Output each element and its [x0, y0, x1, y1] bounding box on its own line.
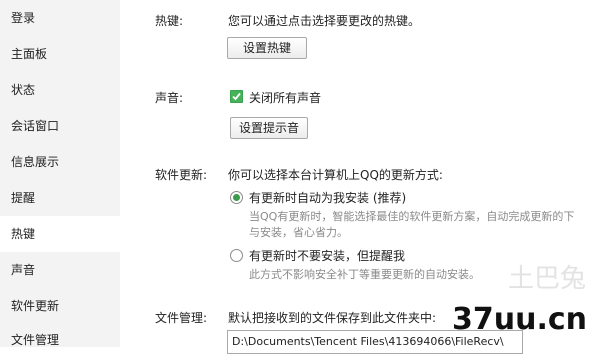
- sidebar-item-chat-window[interactable]: 会话窗口: [0, 108, 120, 144]
- notify-only-hint: 此方式不影响安全补丁等重要更新的自动安装。: [249, 268, 480, 281]
- site-watermark: 37uu.cn: [452, 302, 587, 337]
- sidebar-item-login[interactable]: 登录: [0, 0, 120, 36]
- software-update-description: 你可以选择本台计算机上QQ的更新方式:: [228, 168, 443, 182]
- file-management-description: 默认把接收到的文件保存到此文件夹中:: [228, 311, 437, 325]
- software-update-label: 软件更新:: [155, 168, 208, 182]
- file-management-label: 文件管理:: [155, 311, 208, 325]
- hotkey-label: 热键:: [155, 14, 184, 28]
- set-hotkey-button[interactable]: 设置热键: [227, 37, 307, 59]
- auto-install-label[interactable]: 有更新时自动为我安装 (推荐): [249, 189, 406, 206]
- faint-watermark-logo: 土巴兔: [508, 264, 587, 294]
- sidebar-item-file-management[interactable]: 文件管理: [0, 322, 120, 358]
- sound-label: 声音:: [155, 91, 184, 105]
- notify-only-radio[interactable]: [230, 249, 243, 262]
- sidebar-item-info-display[interactable]: 信息展示: [0, 144, 120, 180]
- sidebar-item-software-update[interactable]: 软件更新: [0, 288, 120, 324]
- hotkey-description: 您可以通过点击选择要更改的热键。: [228, 14, 421, 28]
- sidebar-item-reminder[interactable]: 提醒: [0, 180, 120, 216]
- sidebar-item-hotkey[interactable]: 热键: [0, 216, 120, 252]
- mute-all-label[interactable]: 关闭所有声音: [249, 89, 321, 106]
- auto-install-hint-line1: 当QQ有更新时，智能选择最佳的软件更新方案，自动完成更新的下: [249, 210, 575, 223]
- settings-sidebar: 登录 主面板 状态 会话窗口 信息展示 提醒 热键 声音 软件更新 文件管理: [0, 0, 120, 347]
- sidebar-item-status[interactable]: 状态: [0, 72, 120, 108]
- mute-all-checkbox[interactable]: [230, 90, 243, 103]
- sidebar-item-sound[interactable]: 声音: [0, 252, 120, 288]
- set-notification-sound-button[interactable]: 设置提示音: [230, 117, 308, 139]
- auto-install-hint-line2: 与安装，省心省力。: [249, 226, 348, 239]
- notify-only-label[interactable]: 有更新时不要安装，但提醒我: [249, 247, 405, 264]
- auto-install-radio[interactable]: [230, 191, 243, 204]
- sidebar-item-main-panel[interactable]: 主面板: [0, 36, 120, 72]
- checkmark-icon: [232, 92, 241, 101]
